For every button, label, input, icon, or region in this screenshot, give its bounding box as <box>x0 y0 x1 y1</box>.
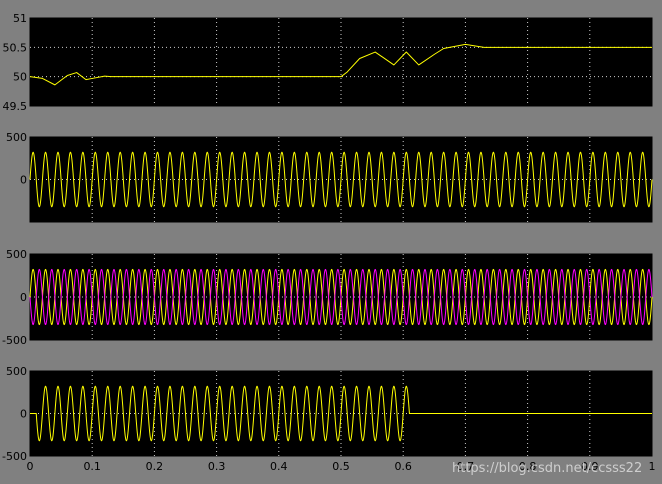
x-tick-label: 0.3 <box>208 460 226 473</box>
x-tick-label: 0.6 <box>394 460 412 473</box>
x-tick-label: 1 <box>649 460 656 473</box>
x-tick-label: 0.4 <box>270 460 288 473</box>
watermark-text: https://blog.csdn.net/ccsss22 <box>452 461 642 476</box>
y-tick-label: 50 <box>13 71 27 84</box>
y-tick-label: 500 <box>6 248 27 261</box>
voltage-plot-1: 500 0 <box>6 131 653 223</box>
y-tick-label: 0 <box>20 174 27 187</box>
y-tick-label: 0 <box>20 291 27 304</box>
voltage-plot-2: 500 0 -500 <box>2 248 653 347</box>
y-tick-label: 500 <box>6 131 27 144</box>
y-tick-label: -500 <box>2 450 27 463</box>
x-tick-label: 0.2 <box>146 460 164 473</box>
x-tick-label: 0.1 <box>83 460 101 473</box>
voltage-plot-3: 5000-5000 0.1 0.2 0.3 0.4 0.5 0.6 0.7 0.8 0.9 1 <box>2 365 655 473</box>
y-tick-label: -500 <box>2 334 27 347</box>
x-tick-label: 0 <box>27 460 34 473</box>
y-tick-label: 49.5 <box>3 100 28 113</box>
frequency-plot: 49.5 50 50.5 51 <box>3 12 653 113</box>
scope-figure: 49.55050.551 5000 5000-500 5000-5000 0.1 0… <box>2 12 655 476</box>
y-tick-label: 0 <box>20 408 27 421</box>
y-tick-label: 500 <box>6 365 27 378</box>
y-tick-label: 51 <box>13 12 27 25</box>
x-tick-label: 0.5 <box>332 460 350 473</box>
y-tick-label: 50.5 <box>3 41 28 54</box>
